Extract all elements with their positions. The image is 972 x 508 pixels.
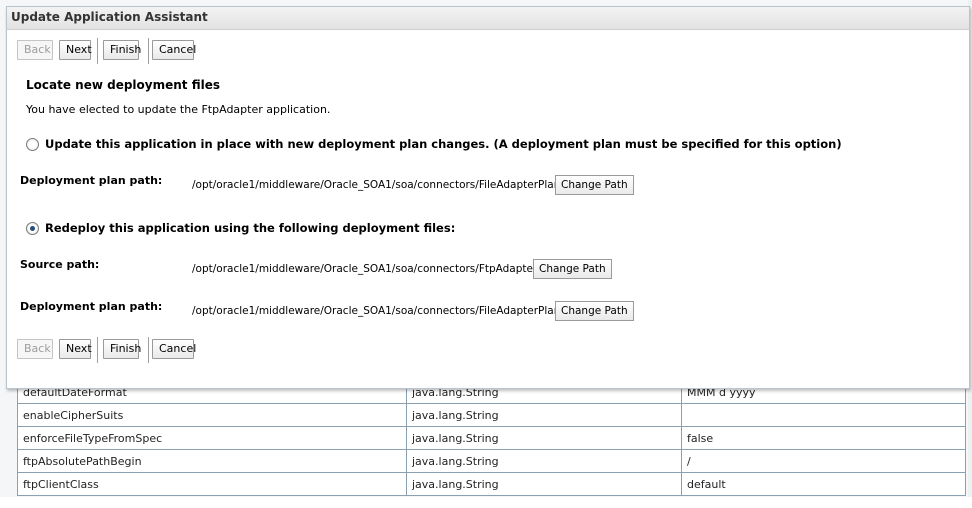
property-type: java.lang.String bbox=[406, 403, 682, 427]
redeploy-plan-path-value: /opt/oracle1/middleware/Oracle_SOA1/soa/… bbox=[192, 305, 584, 317]
source-path-value: /opt/oracle1/middleware/Oracle_SOA1/soa/… bbox=[192, 263, 555, 275]
update-application-dialog: Update Application Assistant Back Next F… bbox=[6, 6, 970, 389]
property-value[interactable]: false bbox=[681, 426, 966, 450]
update-in-place-radio[interactable] bbox=[26, 138, 39, 151]
property-type: java.lang.String bbox=[406, 472, 682, 496]
property-name: enforceFileTypeFromSpec bbox=[17, 426, 407, 450]
change-source-path-button[interactable]: Change Path bbox=[533, 259, 612, 279]
change-plan-path-button[interactable]: Change Path bbox=[555, 175, 634, 195]
table-row: enableCipherSuits java.lang.String bbox=[17, 403, 966, 427]
cancel-button-bottom[interactable]: Cancel bbox=[152, 339, 196, 359]
next-button[interactable]: Next bbox=[59, 40, 92, 60]
button-separator bbox=[148, 337, 149, 363]
property-name: ftpAbsolutePathBegin bbox=[17, 449, 407, 473]
redeploy-radio[interactable] bbox=[26, 222, 39, 235]
property-value[interactable]: default bbox=[681, 472, 966, 496]
redeploy-label[interactable]: Redeploy this application using the foll… bbox=[45, 221, 455, 235]
deployment-plan-path-label: Deployment plan path: bbox=[20, 174, 163, 187]
properties-table: defaultDateFormat java.lang.String MMM d… bbox=[17, 380, 966, 496]
property-type: java.lang.String bbox=[406, 449, 682, 473]
back-button-bottom: Back bbox=[17, 339, 53, 359]
property-value[interactable]: / bbox=[681, 449, 966, 473]
table-row: ftpClientClass java.lang.String default bbox=[17, 472, 966, 496]
property-value[interactable] bbox=[681, 403, 966, 427]
back-button: Back bbox=[17, 40, 53, 60]
source-path-label: Source path: bbox=[20, 258, 100, 271]
intro-text: You have elected to update the FtpAdapte… bbox=[26, 103, 331, 116]
finish-button-bottom[interactable]: Finish bbox=[103, 339, 141, 359]
update-in-place-label[interactable]: Update this application in place with ne… bbox=[45, 137, 842, 151]
dialog-title-bar[interactable]: Update Application Assistant bbox=[7, 7, 969, 30]
property-type: java.lang.String bbox=[406, 426, 682, 450]
property-name: ftpClientClass bbox=[17, 472, 407, 496]
dialog-title: Update Application Assistant bbox=[11, 10, 208, 24]
next-button-bottom[interactable]: Next bbox=[59, 339, 92, 359]
background-strip bbox=[0, 497, 972, 508]
button-separator bbox=[97, 337, 98, 363]
table-row: enforceFileTypeFromSpec java.lang.String… bbox=[17, 426, 966, 450]
table-row: ftpAbsolutePathBegin java.lang.String / bbox=[17, 449, 966, 473]
button-separator bbox=[97, 38, 98, 64]
cancel-button[interactable]: Cancel bbox=[152, 40, 196, 60]
change-redeploy-plan-path-button[interactable]: Change Path bbox=[555, 301, 634, 321]
deployment-plan-path-value: /opt/oracle1/middleware/Oracle_SOA1/soa/… bbox=[192, 179, 584, 191]
section-title: Locate new deployment files bbox=[26, 78, 220, 92]
finish-button[interactable]: Finish bbox=[103, 40, 141, 60]
redeploy-plan-path-label: Deployment plan path: bbox=[20, 300, 163, 313]
property-name: enableCipherSuits bbox=[17, 403, 407, 427]
button-separator bbox=[148, 38, 149, 64]
